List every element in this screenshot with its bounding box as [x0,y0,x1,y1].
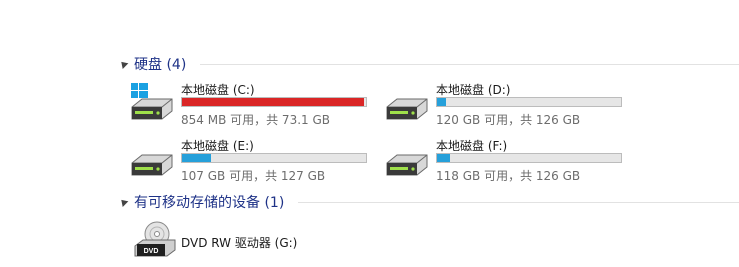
removable-section-header[interactable]: 有可移动存储的设备 (1) [118,192,284,212]
usage-bar [436,153,622,163]
usage-bar [436,97,622,107]
drive-e[interactable]: 本地磁盘 (E:) 107 GB 可用，共 127 GB [129,137,379,183]
hard-drive-icon [386,98,428,120]
collapse-chevron-icon[interactable] [118,59,129,69]
usage-bar-fill [437,154,450,162]
hard-drive-icon [131,154,173,176]
hard-disks-section-header[interactable]: 硬盘 (4) [118,54,186,74]
drive-free-space: 854 MB 可用，共 73.1 GB [181,113,330,127]
drive-name: 本地磁盘 (E:) [181,139,254,153]
usage-bar-fill [437,98,447,106]
dvd-drive-name: DVD RW 驱动器 (G:) [181,236,298,250]
drive-name: 本地磁盘 (C:) [181,83,255,97]
usage-bar-fill [182,98,365,106]
drive-free-space: 118 GB 可用，共 126 GB [436,169,581,183]
drive-c[interactable]: 本地磁盘 (C:) 854 MB 可用，共 73.1 GB [129,81,379,127]
hard-disks-section-title: 硬盘 (4) [134,57,187,73]
dvd-drive-icon: DVD [134,221,176,257]
windows-system-drive-icon [131,83,173,120]
drive-f[interactable]: 本地磁盘 (F:) 118 GB 可用，共 126 GB [384,137,634,183]
hard-drive-icon [386,154,428,176]
dvd-drive-g[interactable]: DVD DVD RW 驱动器 (G:) [133,220,433,260]
drive-free-space: 107 GB 可用，共 127 GB [181,169,326,183]
drive-free-space: 120 GB 可用，共 126 GB [436,113,581,127]
usage-bar-fill [182,154,212,162]
usage-bar [181,97,367,107]
section-divider [298,202,739,203]
section-divider [200,64,739,65]
svg-text:DVD: DVD [144,248,159,255]
drive-name: 本地磁盘 (F:) [436,139,508,153]
collapse-chevron-icon[interactable] [118,197,129,207]
drive-name: 本地磁盘 (D:) [436,83,511,97]
drive-d[interactable]: 本地磁盘 (D:) 120 GB 可用，共 126 GB [384,81,634,127]
usage-bar [181,153,367,163]
removable-section-title: 有可移动存储的设备 (1) [134,195,285,211]
